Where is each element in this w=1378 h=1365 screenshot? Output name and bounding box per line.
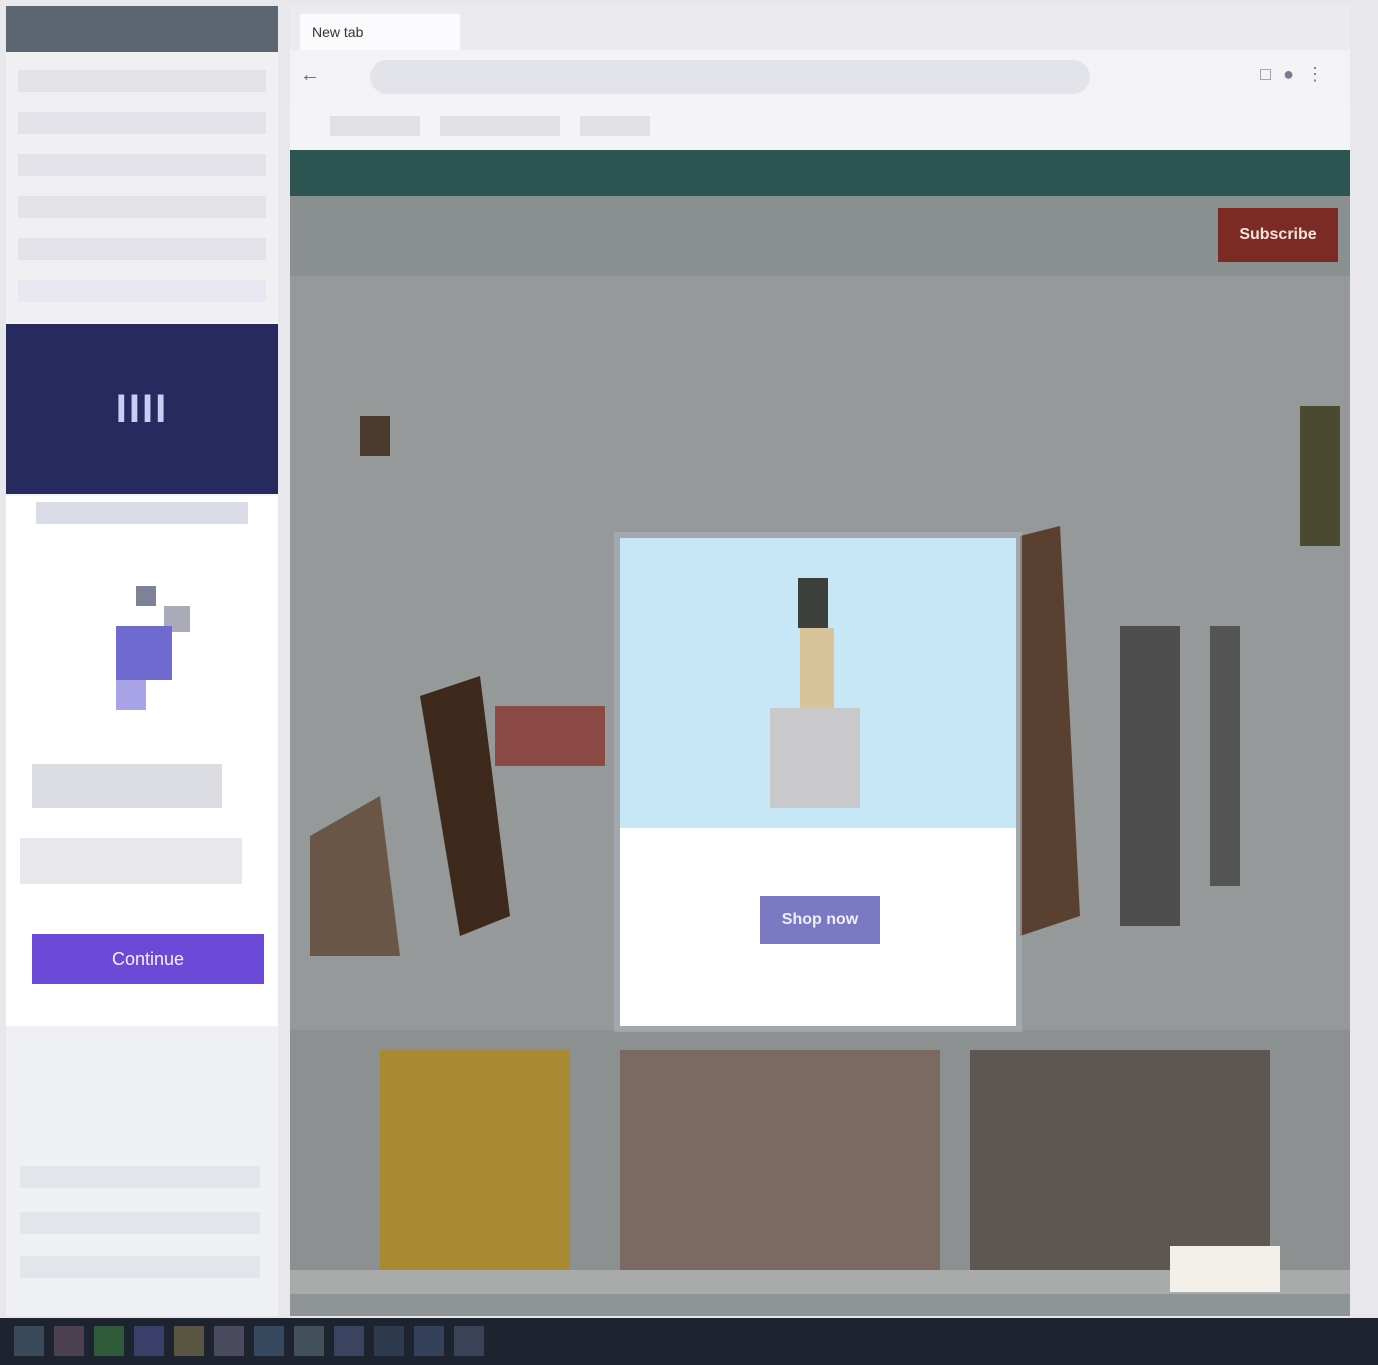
taskbar-app-icon[interactable] — [94, 1326, 124, 1356]
tab-bar: New tab — [290, 6, 1350, 50]
subscribe-button[interactable]: Subscribe — [1218, 208, 1338, 262]
nav-icons: ← — [300, 64, 330, 87]
modal-image — [620, 538, 1016, 828]
taskbar-app-icon[interactable] — [334, 1326, 364, 1356]
left-panel: IIII Continue — [6, 6, 278, 1316]
left-toolbar-row[interactable] — [18, 280, 266, 302]
left-toolbar-row[interactable] — [18, 70, 266, 92]
bottle-icon — [770, 578, 860, 808]
taskbar-app-icon[interactable] — [134, 1326, 164, 1356]
address-bar[interactable] — [370, 60, 1090, 94]
hero-illustration-icon — [116, 586, 190, 710]
footer-row[interactable] — [20, 1256, 260, 1278]
left-header: IIII — [6, 324, 278, 494]
text-placeholder — [32, 764, 222, 808]
taskbar-app-icon[interactable] — [294, 1326, 324, 1356]
promo-tag[interactable] — [1170, 1246, 1280, 1292]
panel-logo: IIII — [115, 386, 169, 431]
extension-icons: □●⋮ — [1260, 64, 1336, 85]
back-icon[interactable]: ← — [300, 64, 330, 86]
modal-cta-button[interactable]: Shop now — [760, 896, 880, 944]
figure-illustration — [310, 416, 510, 956]
left-footer — [6, 1026, 278, 1316]
footer-row[interactable] — [20, 1212, 260, 1234]
continue-button[interactable]: Continue — [32, 934, 264, 984]
bookmarks-bar — [290, 104, 1350, 150]
bookmark-item[interactable] — [440, 116, 560, 136]
overlay-modal: Shop now — [620, 538, 1016, 1026]
left-toolbar-row[interactable] — [18, 238, 266, 260]
taskbar-app-icon[interactable] — [54, 1326, 84, 1356]
tab-active[interactable]: New tab — [300, 14, 460, 50]
left-toolbar-row[interactable] — [18, 154, 266, 176]
card-image[interactable] — [380, 1050, 570, 1280]
bookmark-item[interactable] — [330, 116, 420, 136]
browser-window: New tab ← □●⋮ Subscribe Shop now — [290, 6, 1350, 1316]
site-nav: Subscribe — [290, 196, 1350, 276]
footer-row[interactable] — [20, 1166, 260, 1188]
profile-icon[interactable]: ● — [1283, 64, 1306, 84]
web-page: Subscribe Shop now — [290, 150, 1350, 1316]
taskbar-app-icon[interactable] — [414, 1326, 444, 1356]
menu-icon[interactable]: ⋮ — [1306, 64, 1336, 84]
left-titlebar — [6, 6, 278, 52]
extension-icon[interactable]: □ — [1260, 64, 1283, 84]
taskbar-app-icon[interactable] — [214, 1326, 244, 1356]
taskbar-app-icon[interactable] — [454, 1326, 484, 1356]
taskbar-app-icon[interactable] — [14, 1326, 44, 1356]
left-toolbar-row[interactable] — [18, 112, 266, 134]
text-placeholder — [20, 838, 242, 884]
bottom-cards — [290, 1030, 1350, 1280]
left-toolbar — [6, 52, 278, 322]
browser-toolbar: ← □●⋮ — [290, 50, 1350, 104]
card-image[interactable] — [620, 1050, 940, 1280]
taskbar-app-icon[interactable] — [374, 1326, 404, 1356]
left-content: Continue — [6, 496, 278, 1026]
taskbar-app-icon[interactable] — [174, 1326, 204, 1356]
taskbar — [0, 1318, 1378, 1365]
figure-illustration — [1020, 406, 1340, 936]
site-banner — [290, 150, 1350, 196]
left-toolbar-row[interactable] — [18, 196, 266, 218]
subtitle-placeholder — [36, 502, 248, 524]
bookmark-item[interactable] — [580, 116, 650, 136]
taskbar-app-icon[interactable] — [254, 1326, 284, 1356]
